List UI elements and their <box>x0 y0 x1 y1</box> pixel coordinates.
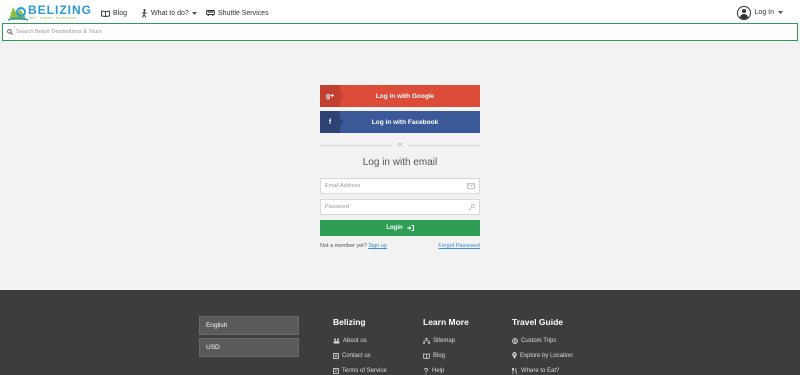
footer-link-sitemap[interactable]: Sitemap <box>423 333 469 348</box>
envelope-icon <box>467 183 475 189</box>
caret-down-icon <box>191 11 197 15</box>
footer-link-blog[interactable]: Blog <box>423 348 469 363</box>
footer-link-label: Sitemap <box>433 337 456 344</box>
footer-column-title: Belizing <box>333 317 366 327</box>
login-submit-label: Login <box>386 225 403 231</box>
header-login[interactable]: Log In <box>736 5 783 20</box>
login-submit-button[interactable]: Login <box>320 220 480 236</box>
terms-icon <box>333 367 339 374</box>
nav-blog[interactable]: Blog <box>101 7 127 19</box>
nav-what-to-do-label: What to do? <box>151 9 189 17</box>
footer-column-learn-more: Learn More Sitemap Blog Help <box>423 317 469 375</box>
signup-link[interactable]: Sign up <box>368 243 387 249</box>
nav-shuttle[interactable]: Shuttle Services <box>206 7 269 19</box>
footer-column-travel-guide: Travel Guide Custom Trips Explore by Loc… <box>512 317 573 375</box>
or-divider: or <box>320 141 481 149</box>
google-login-label: Log in with Google <box>375 92 435 100</box>
caret-down-icon <box>778 11 783 14</box>
logo-mark-icon <box>7 7 29 21</box>
footer-link-label: Where to Eat? <box>521 367 560 374</box>
signup-row: Not a member yet? Sign up Forgot Passwor… <box>320 243 480 249</box>
language-select[interactable]: English <box>199 316 299 335</box>
footer-link-about[interactable]: About us <box>333 333 387 348</box>
signup-prompt: Not a member yet? Sign up <box>320 243 387 249</box>
email-field[interactable] <box>320 178 480 194</box>
footer-link-label: Contact us <box>342 352 371 359</box>
facebook-login-button[interactable]: f Log in with Facebook <box>320 111 480 133</box>
help-icon <box>424 367 428 374</box>
footer-link-explore[interactable]: Explore by Location <box>512 348 573 363</box>
book-icon <box>101 9 110 17</box>
header-login-label: Log In <box>754 9 774 16</box>
brand-name: BELIZING <box>28 3 92 17</box>
footer-link-label: About us <box>343 337 367 344</box>
contact-icon <box>333 352 339 359</box>
sign-in-icon <box>406 225 414 231</box>
password-field[interactable] <box>320 199 480 215</box>
google-login-button[interactable]: g+ Log in with Google <box>320 85 480 107</box>
brand-logo[interactable]: BELIZING feel · inspire · experience <box>7 3 91 23</box>
facebook-login-label: Log in with Facebook <box>371 118 439 126</box>
or-text: or <box>397 142 403 148</box>
sitemap-icon <box>423 337 430 344</box>
key-icon <box>468 203 475 211</box>
footer-link-custom-trips[interactable]: Custom Trips <box>512 333 573 348</box>
nav-blog-label: Blog <box>113 9 128 17</box>
user-avatar-icon <box>736 5 751 20</box>
footer-link-label: Explore by Location <box>520 352 573 359</box>
blog-icon <box>423 352 430 359</box>
search-icon <box>7 29 13 35</box>
facebook-icon: f <box>320 111 344 133</box>
divider-line <box>408 144 481 146</box>
currency-select[interactable]: USD <box>199 338 299 357</box>
brand-tagline: feel · inspire · experience <box>29 16 77 20</box>
footer-link-help[interactable]: Help <box>423 363 469 375</box>
bus-icon <box>206 10 215 16</box>
trips-icon <box>512 337 518 344</box>
nav-shuttle-label: Shuttle Services <box>218 9 269 17</box>
footer-link-contact[interactable]: Contact us <box>333 348 387 363</box>
search-bar[interactable] <box>2 23 798 41</box>
top-navbar: BELIZING feel · inspire · experience Blo… <box>0 0 800 24</box>
location-icon <box>512 352 517 359</box>
password-input[interactable] <box>325 204 468 210</box>
email-login-heading: Log in with email <box>362 157 438 168</box>
email-input[interactable] <box>325 183 467 189</box>
footer-link-terms[interactable]: Terms of Service <box>333 363 387 375</box>
site-footer: English USD Belizing About us Contact us… <box>0 290 800 375</box>
divider-line <box>320 144 392 146</box>
about-icon <box>333 337 340 344</box>
google-plus-icon: g+ <box>320 85 344 107</box>
not-member-text: Not a member yet? <box>320 243 367 249</box>
footer-link-label: Terms of Service <box>342 367 387 374</box>
footer-link-label: Blog <box>433 352 446 359</box>
footer-link-where-to-eat[interactable]: Where to Eat? <box>512 363 573 375</box>
hiker-icon <box>142 8 147 18</box>
nav-what-to-do[interactable]: What to do? <box>141 7 197 19</box>
footer-column-title: Learn More <box>423 317 469 327</box>
footer-column-belizing: Belizing About us Contact us Terms of Se… <box>333 317 387 375</box>
footer-link-label: Help <box>432 367 445 374</box>
eat-icon <box>512 367 517 374</box>
footer-column-title: Travel Guide <box>512 317 564 327</box>
forgot-password-link[interactable]: Forgot Password <box>438 243 480 249</box>
footer-link-label: Custom Trips <box>521 337 557 344</box>
search-input[interactable] <box>16 26 716 38</box>
